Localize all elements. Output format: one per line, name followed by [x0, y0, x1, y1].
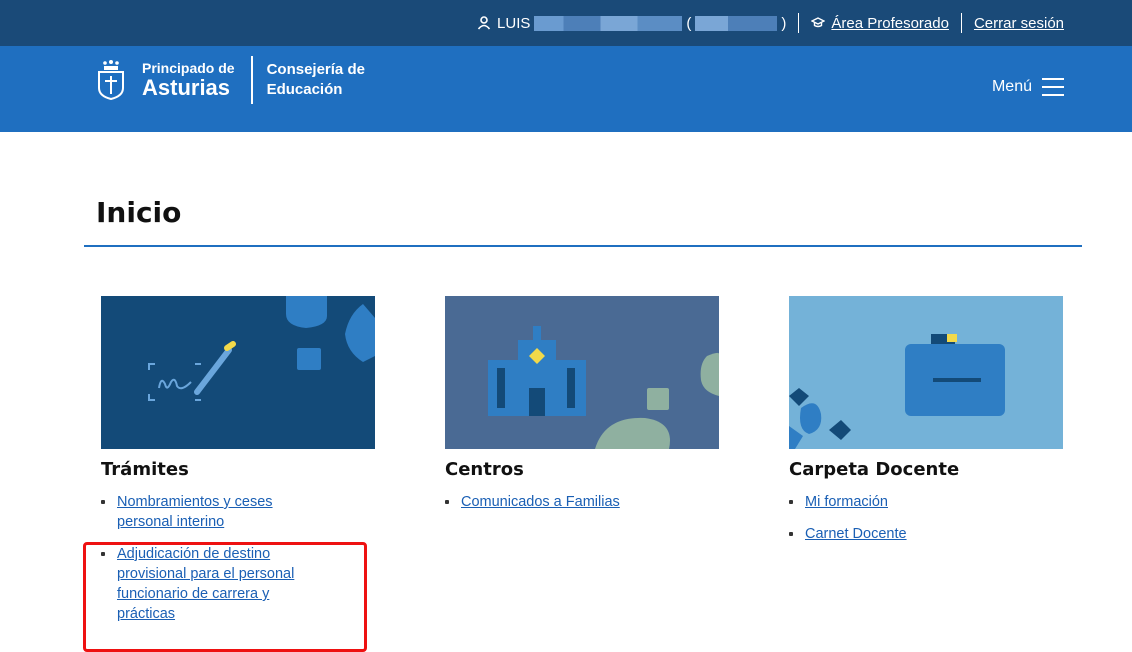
menu-button[interactable]: Menú: [992, 78, 1064, 96]
asturias-shield-icon: [98, 60, 124, 100]
divider: [960, 13, 962, 33]
hamburger-menu-icon: [1042, 78, 1064, 96]
list-item: Nombramientos y ceses personal interino: [101, 492, 329, 532]
centros-illustration: [445, 296, 719, 449]
paren-close: ): [781, 14, 787, 32]
site-header: Principado de Asturias Consejería de Edu…: [0, 46, 1132, 132]
redacted-id: [695, 15, 778, 31]
link-list: Comunicados a Familias: [445, 492, 719, 512]
graduation-cap-icon: [811, 17, 826, 28]
divider: [798, 13, 800, 33]
list-item: Comunicados a Familias: [445, 492, 673, 512]
card-title: Centros: [445, 459, 524, 480]
page-title: Inicio: [96, 196, 182, 229]
brand-big: Asturias: [142, 75, 231, 100]
card-centros: Centros Comunicados a Familias: [445, 296, 719, 524]
user-name: LUIS: [497, 14, 531, 32]
paren-open: (: [686, 14, 692, 32]
dept-line-2: Educación: [266, 81, 343, 98]
link-list: Mi formación Carnet Docente: [789, 492, 1063, 544]
mi-formacion-link[interactable]: Mi formación: [805, 494, 888, 510]
menu-label: Menú: [991, 78, 1032, 95]
nombramientos-link[interactable]: Nombramientos y ceses personal interino: [117, 494, 273, 530]
top-user-bar: LUIS ( ) Área Profesorado Cerrar sesión: [0, 0, 1132, 46]
list-item: Mi formación: [789, 492, 1017, 512]
card-carpeta-docente: Carpeta Docente Mi formación Carnet Doce…: [789, 296, 1063, 556]
carnet-docente-link[interactable]: Carnet Docente: [805, 526, 907, 542]
comunicados-link[interactable]: Comunicados a Familias: [461, 494, 620, 510]
carpeta-illustration: [789, 296, 1063, 449]
tramites-illustration: [101, 296, 375, 449]
user-info: LUIS: [477, 15, 530, 32]
user-icon: [477, 16, 491, 30]
card-title: Trámites: [101, 459, 189, 480]
logout-link[interactable]: Cerrar sesión: [974, 15, 1064, 32]
card-title: Carpeta Docente: [789, 459, 960, 480]
highlight-box: [83, 542, 367, 652]
area-profesorado-link[interactable]: Área Profesorado: [831, 15, 949, 32]
brand-small: Principado de: [142, 60, 235, 76]
logo[interactable]: Principado de Asturias Consejería de Edu…: [96, 56, 365, 104]
dept-line-1: Consejería de: [266, 60, 365, 78]
title-divider: [84, 245, 1082, 247]
brand-divider: [250, 56, 253, 104]
list-item: Carnet Docente: [789, 524, 1017, 544]
redacted-name: [534, 15, 683, 31]
